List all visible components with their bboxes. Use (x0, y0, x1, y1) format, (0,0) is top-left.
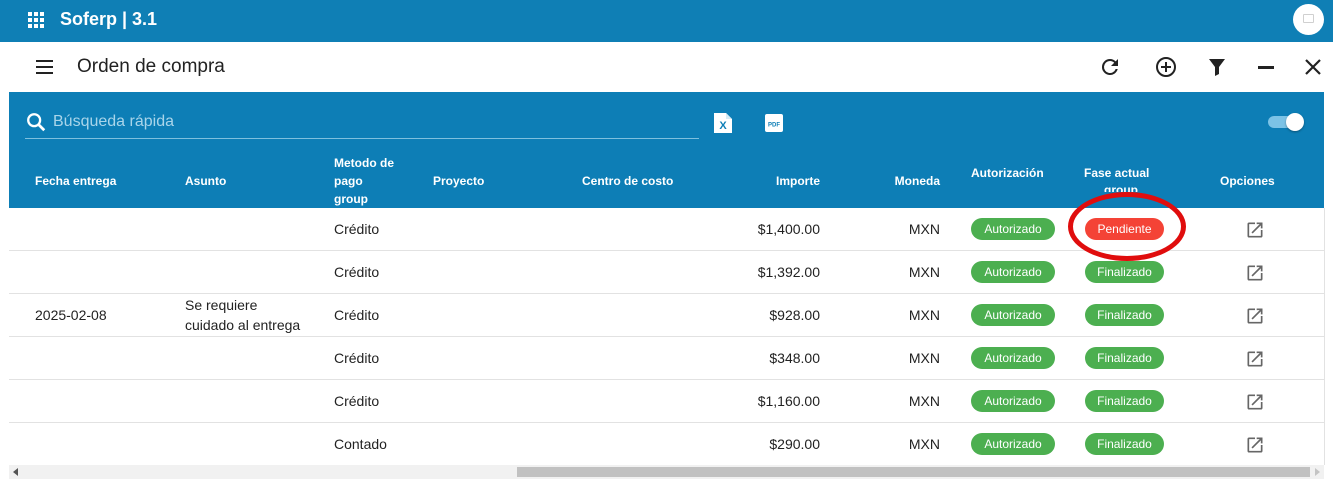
header-fecha-entrega[interactable]: Fecha entrega (35, 172, 116, 190)
scrollbar-thumb[interactable] (517, 467, 1310, 477)
close-icon[interactable] (1301, 55, 1325, 79)
minimize-icon[interactable] (1254, 55, 1278, 79)
header-proyecto[interactable]: Proyecto (433, 172, 484, 190)
header-metodo-pago-line1[interactable]: Metodo de (334, 154, 394, 172)
cell-metodo: Crédito (334, 221, 380, 237)
open-in-new-icon[interactable] (1245, 220, 1265, 240)
header-centro-de-costo[interactable]: Centro de costo (582, 172, 673, 190)
header-autorizacion[interactable]: Autorización (971, 164, 1044, 182)
cell-moneda: MXN (908, 221, 940, 237)
header-moneda[interactable]: Moneda (869, 172, 940, 190)
cell-importe: $348.00 (769, 350, 820, 366)
search-underline (25, 138, 699, 139)
phase-badge: Finalizado (1085, 304, 1164, 326)
quick-search-input[interactable] (53, 110, 693, 134)
header-metodo-pago-line3[interactable]: group (334, 190, 368, 208)
search-icon (27, 113, 46, 132)
toggle-knob (1286, 113, 1304, 131)
highlight-annotation-circle (1068, 192, 1186, 261)
header-importe[interactable]: Importe (749, 172, 820, 190)
table-row[interactable]: Crédito $348.00 MXN Autorizado Finalizad… (9, 337, 1324, 380)
open-in-new-icon[interactable] (1245, 306, 1265, 326)
cell-importe: $1,392.00 (757, 264, 820, 280)
excel-label: X (719, 120, 727, 132)
apps-grid-icon[interactable] (28, 12, 46, 30)
open-in-new-icon[interactable] (1245, 263, 1265, 283)
page-title: Orden de compra (77, 56, 225, 77)
view-toggle[interactable] (1268, 112, 1304, 132)
image-placeholder-icon (1303, 14, 1314, 23)
header-fase-actual[interactable]: Fase actual (1084, 164, 1149, 182)
authorization-badge: Autorizado (971, 433, 1055, 455)
page-toolbar: Orden de compra (0, 42, 1333, 92)
app-title: Soferp | 3.1 (60, 9, 158, 29)
authorization-badge: Autorizado (971, 218, 1055, 240)
scroll-left-arrow-icon[interactable] (13, 468, 18, 476)
open-in-new-icon[interactable] (1245, 349, 1265, 369)
authorization-badge: Autorizado (971, 261, 1055, 283)
cell-moneda: MXN (908, 393, 940, 409)
cell-importe: $1,160.00 (757, 393, 820, 409)
filter-icon[interactable] (1205, 55, 1229, 79)
app-bar: Soferp | 3.1 (0, 0, 1333, 42)
authorization-badge: Autorizado (971, 390, 1055, 412)
table-row[interactable]: 2025-02-08 Se requiere cuidado al entreg… (9, 294, 1324, 337)
header-asunto[interactable]: Asunto (185, 172, 226, 190)
cell-asunto-line1: Se requiere (185, 297, 258, 313)
table-row[interactable]: Contado $290.00 MXN Autorizado Finalizad… (9, 423, 1324, 466)
table-right-border (1324, 208, 1325, 465)
open-in-new-icon[interactable] (1245, 392, 1265, 412)
pdf-export-icon[interactable]: PDF (764, 113, 784, 133)
cell-moneda: MXN (908, 436, 940, 452)
authorization-badge: Autorizado (971, 304, 1055, 326)
cell-importe: $290.00 (769, 436, 820, 452)
table-row[interactable]: Crédito $1,160.00 MXN Autorizado Finaliz… (9, 380, 1324, 423)
cell-moneda: MXN (908, 264, 940, 280)
hamburger-menu-icon[interactable] (36, 60, 53, 74)
phase-badge: Finalizado (1085, 347, 1164, 369)
header-fase-group: group (1104, 183, 1138, 192)
pdf-label: PDF (768, 123, 780, 129)
horizontal-scrollbar[interactable] (9, 465, 1324, 479)
table-header-panel: X PDF Fecha entrega Asunto Metodo de pag… (9, 92, 1324, 208)
cell-metodo: Crédito (334, 393, 380, 409)
cell-metodo: Contado (334, 436, 387, 452)
cell-moneda: MXN (908, 350, 940, 366)
refresh-icon[interactable] (1098, 55, 1122, 79)
header-opciones: Opciones (1220, 174, 1275, 188)
phase-badge: Finalizado (1085, 390, 1164, 412)
cell-metodo: Crédito (334, 264, 380, 280)
cell-importe: $928.00 (769, 307, 820, 323)
add-circle-icon[interactable] (1154, 55, 1178, 79)
cell-metodo: Crédito (334, 350, 380, 366)
phase-badge: Finalizado (1085, 433, 1164, 455)
cell-metodo: Crédito (334, 307, 380, 323)
authorization-badge: Autorizado (971, 347, 1055, 369)
cell-fecha: 2025-02-08 (35, 307, 107, 323)
user-avatar[interactable] (1293, 4, 1324, 35)
open-in-new-icon[interactable] (1245, 435, 1265, 455)
excel-export-icon[interactable]: X (713, 112, 733, 134)
scroll-right-arrow-icon[interactable] (1315, 468, 1320, 476)
header-metodo-pago-line2[interactable]: pago (334, 172, 363, 190)
cell-importe: $1,400.00 (757, 221, 820, 237)
cell-asunto-line2: cuidado al entrega (185, 317, 301, 333)
phase-badge: Finalizado (1085, 261, 1164, 283)
cell-moneda: MXN (908, 307, 940, 323)
